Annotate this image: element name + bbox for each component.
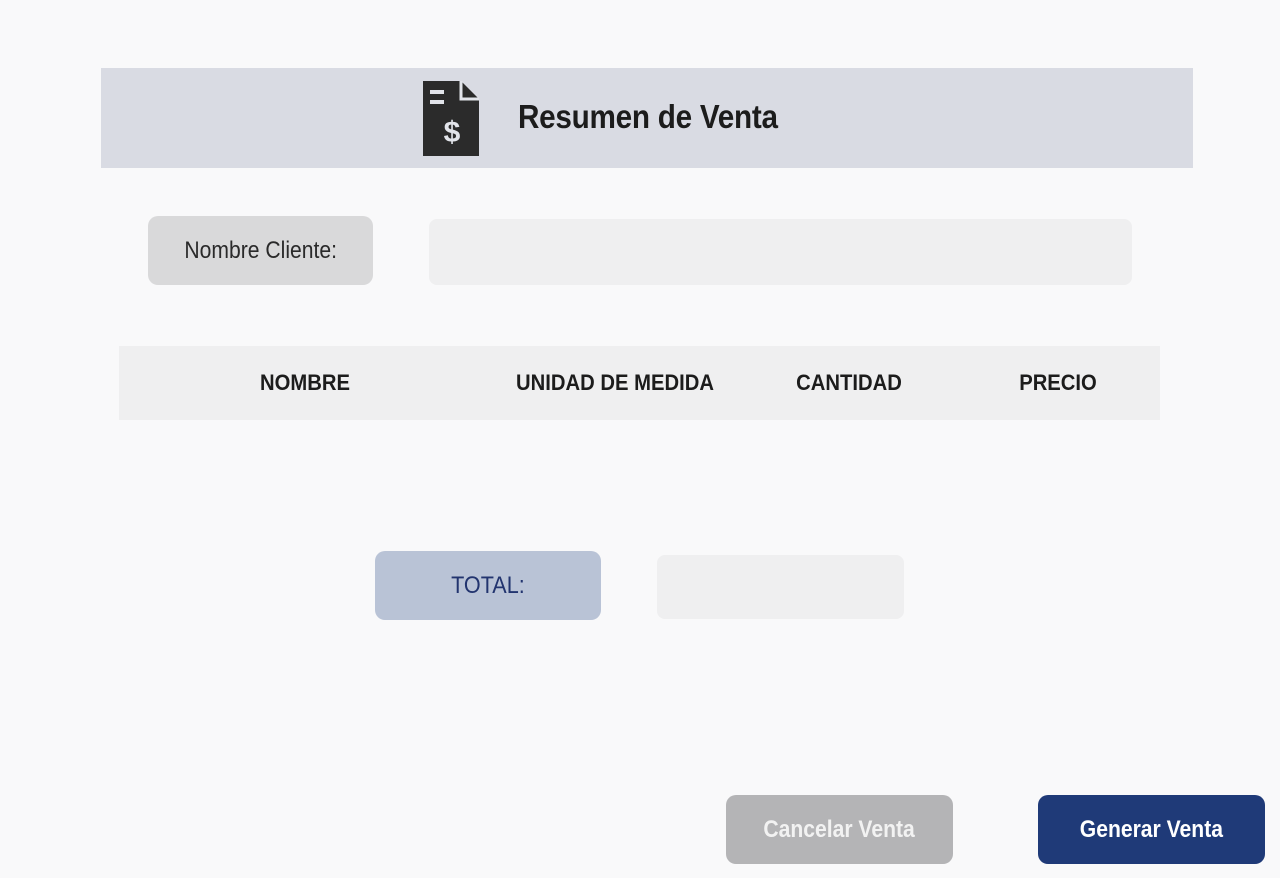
client-name-label-text: Nombre Cliente:	[184, 236, 337, 264]
cancel-sale-button-label: Cancelar Venta	[763, 815, 916, 843]
column-header-nombre: NOMBRE	[260, 370, 350, 395]
column-header-unidad-de-medida: UNIDAD DE MEDIDA	[516, 370, 714, 395]
generate-sale-button[interactable]: Generar Venta	[1038, 795, 1265, 864]
sales-summary-page: $ Resumen de Venta Nombre Cliente: NOMBR…	[0, 0, 1280, 878]
products-table-header: NOMBRE UNIDAD DE MEDIDA CANTIDAD PRECIO	[119, 346, 1160, 420]
total-label-text: TOTAL:	[451, 571, 525, 599]
column-header-precio: PRECIO	[1019, 370, 1097, 395]
total-value	[657, 555, 904, 619]
client-name-label: Nombre Cliente:	[148, 216, 373, 285]
invoice-dollar-icon: $	[423, 81, 479, 156]
generate-sale-button-label: Generar Venta	[1079, 815, 1224, 843]
page-title: Resumen de Venta	[518, 98, 778, 135]
total-label: TOTAL:	[375, 551, 601, 620]
column-header-cantidad: CANTIDAD	[796, 370, 902, 395]
client-name-input[interactable]	[429, 219, 1132, 285]
cancel-sale-button[interactable]: Cancelar Venta	[726, 795, 953, 864]
svg-text:$: $	[444, 116, 461, 149]
